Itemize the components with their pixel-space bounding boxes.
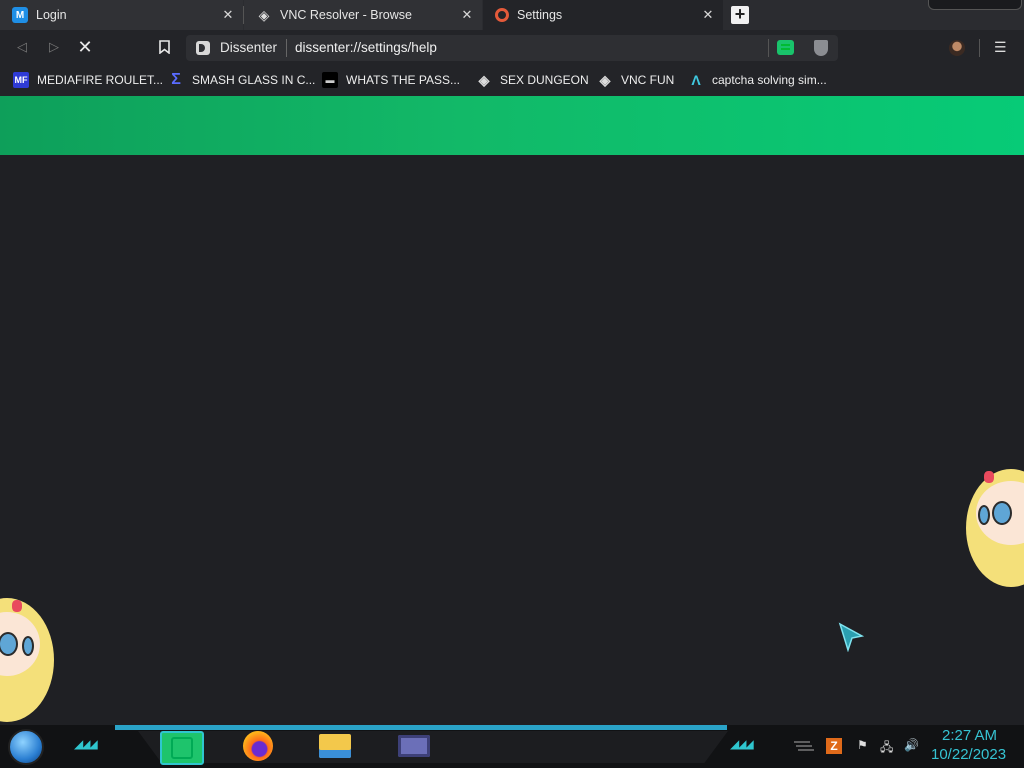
settings-gear-icon <box>495 8 509 22</box>
terminal-icon: ▬ <box>322 72 338 88</box>
taskbar-app-firefox[interactable] <box>242 731 274 761</box>
bookmark-label: MEDIAFIRE ROULET... <box>37 73 164 87</box>
bookmark-mediafire[interactable]: MF MEDIAFIRE ROULET... <box>13 70 163 90</box>
profile-avatar[interactable] <box>949 40 965 56</box>
start-button[interactable] <box>8 729 44 765</box>
toolbar-divider <box>979 39 980 57</box>
sigma-icon: Σ <box>171 71 181 88</box>
back-button[interactable]: ◁ <box>13 38 31 56</box>
volume-icon[interactable]: 🔊 <box>904 738 919 752</box>
bookmark-label: WHATS THE PASS... <box>346 73 461 87</box>
cartoon-mascot-image <box>962 465 1024 590</box>
bookmark-captcha[interactable]: Λ captcha solving sim... <box>688 70 827 90</box>
taskbar-app-window[interactable] <box>398 731 430 761</box>
stop-loading-button[interactable]: ✕ <box>76 37 94 57</box>
bookmark-label: SMASH GLASS IN C... <box>192 73 316 87</box>
tab-title: VNC Resolver - Browse <box>280 8 412 22</box>
m-logo-icon: M <box>12 7 28 23</box>
close-icon[interactable]: ✕ <box>221 7 235 22</box>
tab-title: Settings <box>517 8 563 22</box>
settings-header-banner <box>0 96 1024 155</box>
shield-icon[interactable] <box>814 40 828 56</box>
taskbar-app-file-explorer[interactable] <box>319 731 351 761</box>
site-name: Dissenter <box>220 40 278 55</box>
vnc-logo-icon: ◈ <box>258 6 270 23</box>
bookmark-label: VNC FUN <box>621 73 675 87</box>
url-divider <box>286 39 287 57</box>
chevron-decoration-icon: ◢◢◢ <box>74 737 98 751</box>
tab-title: Login <box>36 8 67 22</box>
bookmark-label: captcha solving sim... <box>712 73 827 87</box>
firefox-icon <box>243 731 273 761</box>
bookmark-vnc-fun[interactable]: ◈ VNC FUN <box>597 70 675 90</box>
bookmark-smash-glass[interactable]: Σ SMASH GLASS IN C... <box>168 70 315 90</box>
folder-icon <box>319 734 351 758</box>
url-text[interactable]: dissenter://settings/help <box>295 40 437 55</box>
mediafire-icon: MF <box>13 72 29 88</box>
comments-extension-icon[interactable] <box>777 40 794 55</box>
notes-icon <box>171 737 193 759</box>
window-controls[interactable] <box>920 0 1024 12</box>
dissenter-icon <box>196 41 210 55</box>
url-divider <box>768 39 769 57</box>
taskbar-app-notes[interactable] <box>160 731 204 765</box>
bookmark-label: SEX DUNGEON <box>500 73 589 87</box>
show-desktop-icon[interactable] <box>792 740 814 752</box>
bookmark-whats-the-pass[interactable]: ▬ WHATS THE PASS... <box>322 70 460 90</box>
settings-content-area <box>0 155 1024 725</box>
app-tray-icon[interactable]: Z <box>826 738 842 754</box>
bookmark-icon <box>158 40 170 54</box>
lambda-icon: Λ <box>691 72 701 88</box>
window-icon <box>398 735 430 757</box>
menu-icon[interactable]: ☰ <box>994 40 1007 54</box>
clock-date[interactable]: 10/22/2023 <box>931 746 1006 763</box>
tab-vnc-resolver[interactable]: ◈ VNC Resolver - Browse ✕ <box>244 0 482 30</box>
bookmark-page-button[interactable] <box>155 38 173 56</box>
flag-icon[interactable]: ⚑ <box>857 738 868 752</box>
tab-settings[interactable]: Settings ✕ <box>483 0 723 30</box>
clock-time[interactable]: 2:27 AM <box>942 727 997 744</box>
taskbar-accent-strip <box>115 725 727 730</box>
tab-login[interactable]: M Login ✕ <box>0 0 243 30</box>
mouse-cursor-icon <box>838 622 864 652</box>
taskbar-dock <box>138 731 728 763</box>
new-tab-button[interactable]: + <box>731 5 749 24</box>
forward-button[interactable]: ▷ <box>45 38 63 56</box>
chevron-decoration-icon: ◢◢◢ <box>730 737 754 751</box>
vnc-logo-icon: ◈ <box>599 71 611 88</box>
tab-strip: M Login ✕ ◈ VNC Resolver - Browse ✕ Sett… <box>0 0 1024 30</box>
network-icon[interactable]: 🖧 <box>880 738 893 759</box>
close-icon[interactable]: ✕ <box>460 7 474 22</box>
address-bar[interactable] <box>186 35 838 61</box>
cartoon-mascot-image <box>0 598 55 724</box>
vnc-logo-icon: ◈ <box>478 71 490 88</box>
close-icon[interactable]: ✕ <box>701 7 715 22</box>
bookmark-sex-dungeon[interactable]: ◈ SEX DUNGEON <box>476 70 589 90</box>
